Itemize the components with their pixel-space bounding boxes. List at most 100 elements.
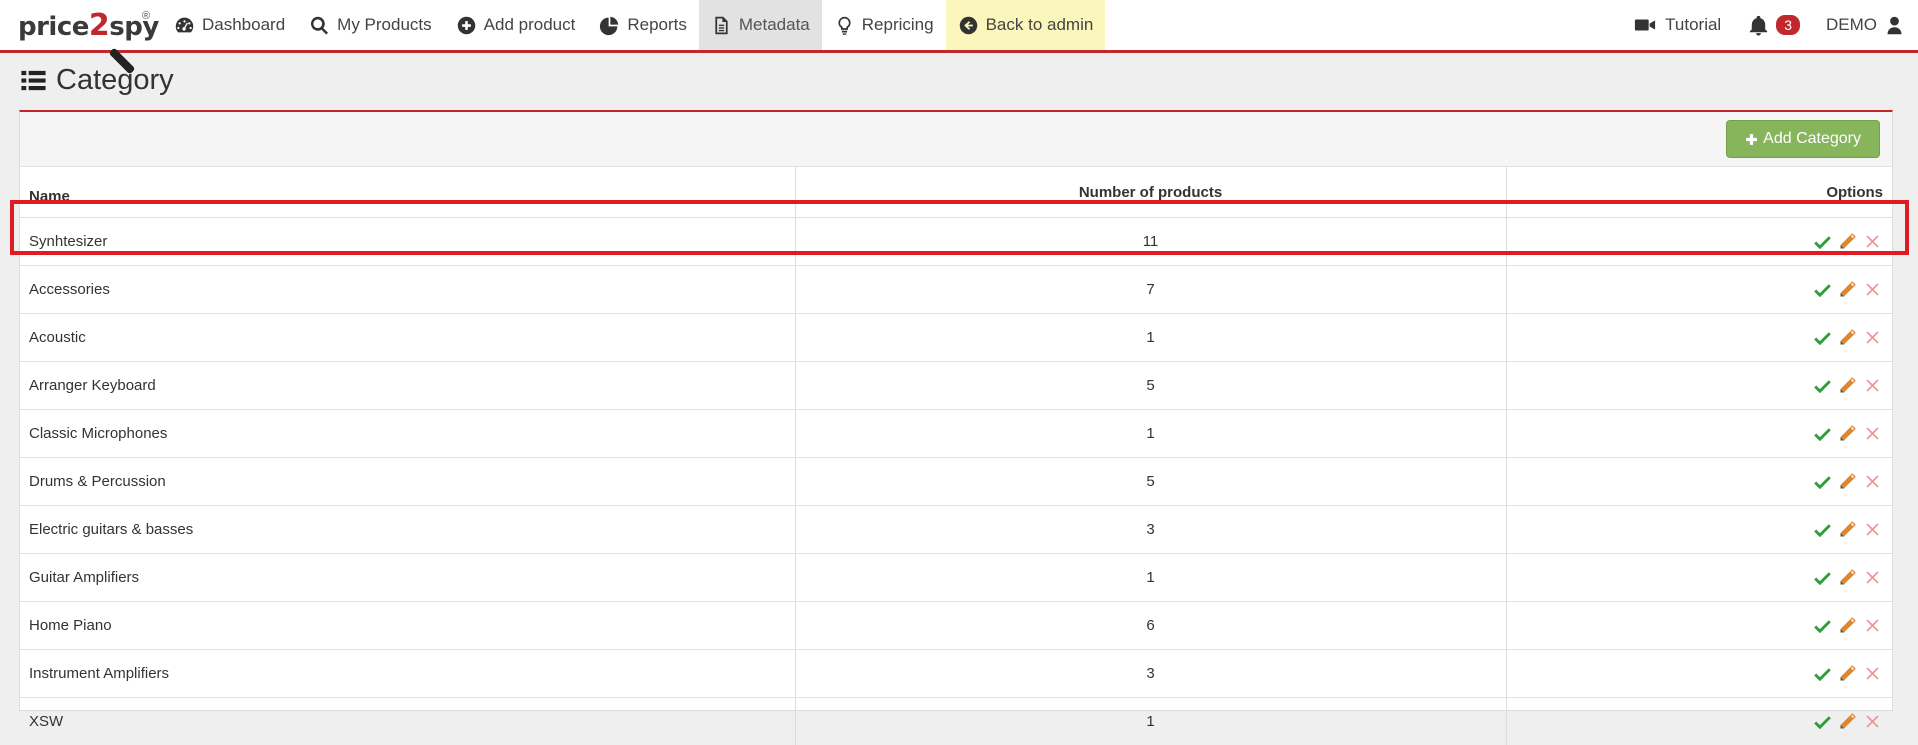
- product-count-cell: 5: [795, 362, 1506, 410]
- check-icon[interactable]: [1812, 327, 1833, 348]
- column-header-name[interactable]: Name: [20, 167, 795, 218]
- category-name-cell[interactable]: Classic Microphones: [20, 410, 795, 458]
- product-count-cell: 1: [795, 554, 1506, 602]
- check-icon[interactable]: [1812, 711, 1833, 732]
- video-camera-icon: [1632, 14, 1658, 36]
- delete-icon[interactable]: [1862, 519, 1883, 540]
- pencil-icon[interactable]: [1837, 663, 1858, 684]
- table-row: XSW1: [20, 698, 1892, 745]
- delete-icon[interactable]: [1862, 711, 1883, 732]
- table-row: Electric guitars & basses3: [20, 506, 1892, 554]
- category-name-cell[interactable]: XSW: [20, 698, 795, 745]
- row-actions: [1812, 231, 1883, 252]
- nav-my-products[interactable]: My Products: [297, 0, 443, 50]
- nav-back-to-admin[interactable]: Back to admin: [946, 0, 1106, 50]
- product-count-cell: 1: [795, 410, 1506, 458]
- plus-icon: [1745, 133, 1758, 146]
- nav-notifications[interactable]: 3: [1734, 0, 1813, 50]
- category-name-cell[interactable]: Instrument Amplifiers: [20, 650, 795, 698]
- check-icon[interactable]: [1812, 567, 1833, 588]
- delete-icon[interactable]: [1862, 471, 1883, 492]
- delete-icon[interactable]: [1862, 567, 1883, 588]
- check-icon[interactable]: [1812, 231, 1833, 252]
- category-name-cell[interactable]: Acoustic: [20, 314, 795, 362]
- row-actions: [1812, 279, 1883, 300]
- delete-icon[interactable]: [1862, 423, 1883, 444]
- category-name-cell[interactable]: Electric guitars & basses: [20, 506, 795, 554]
- nav-user-menu[interactable]: DEMO: [1813, 0, 1918, 50]
- row-actions: [1812, 471, 1883, 492]
- pencil-icon[interactable]: [1837, 279, 1858, 300]
- delete-icon[interactable]: [1862, 231, 1883, 252]
- nav-right: Tutorial 3 DEMO: [1619, 0, 1918, 50]
- category-table: Name Number of products Options Synhtesi…: [20, 167, 1892, 745]
- category-name-cell[interactable]: Synhtesizer: [20, 218, 795, 266]
- product-count-cell: 7: [795, 266, 1506, 314]
- search-icon: [309, 15, 330, 36]
- check-icon[interactable]: [1812, 423, 1833, 444]
- check-icon[interactable]: [1812, 375, 1833, 396]
- pie-chart-icon: [599, 15, 620, 36]
- table-row: Home Piano6: [20, 602, 1892, 650]
- product-count-cell: 5: [795, 458, 1506, 506]
- row-actions: [1812, 375, 1883, 396]
- nav-repricing[interactable]: Repricing: [822, 0, 946, 50]
- category-name-cell[interactable]: Home Piano: [20, 602, 795, 650]
- page-title-text: Category: [56, 64, 174, 97]
- nav-tutorial-label: Tutorial: [1665, 15, 1721, 35]
- table-header-row: Name Number of products Options: [20, 167, 1892, 218]
- category-name-cell[interactable]: Arranger Keyboard: [20, 362, 795, 410]
- check-icon[interactable]: [1812, 663, 1833, 684]
- column-header-number-of-products[interactable]: Number of products: [795, 167, 1506, 218]
- delete-icon[interactable]: [1862, 279, 1883, 300]
- nav-metadata[interactable]: Metadata: [699, 0, 822, 50]
- nav-tutorial[interactable]: Tutorial: [1619, 0, 1734, 50]
- pencil-icon[interactable]: [1837, 519, 1858, 540]
- category-name-cell[interactable]: Guitar Amplifiers: [20, 554, 795, 602]
- pencil-icon[interactable]: [1837, 567, 1858, 588]
- delete-icon[interactable]: [1862, 615, 1883, 636]
- logo-text: price2spy: [18, 8, 159, 43]
- row-actions: [1812, 567, 1883, 588]
- delete-icon[interactable]: [1862, 375, 1883, 396]
- top-navbar: price2spy ® Dashboard My Products Add pr…: [0, 0, 1918, 53]
- add-category-button[interactable]: Add Category: [1726, 120, 1880, 158]
- options-cell: [1506, 602, 1892, 650]
- pencil-icon[interactable]: [1837, 231, 1858, 252]
- options-cell: [1506, 314, 1892, 362]
- table-row: Arranger Keyboard5: [20, 362, 1892, 410]
- pencil-icon[interactable]: [1837, 711, 1858, 732]
- price2spy-logo[interactable]: price2spy ®: [18, 6, 158, 72]
- pencil-icon[interactable]: [1837, 615, 1858, 636]
- table-row: Drums & Percussion5: [20, 458, 1892, 506]
- row-actions: [1812, 519, 1883, 540]
- check-icon[interactable]: [1812, 471, 1833, 492]
- product-count-cell: 1: [795, 314, 1506, 362]
- pencil-icon[interactable]: [1837, 327, 1858, 348]
- nav-add-product[interactable]: Add product: [444, 0, 588, 50]
- nav-dashboard[interactable]: Dashboard: [162, 0, 297, 50]
- nav-reports[interactable]: Reports: [587, 0, 699, 50]
- check-icon[interactable]: [1812, 615, 1833, 636]
- table-row: Accessories7: [20, 266, 1892, 314]
- category-name-cell[interactable]: Drums & Percussion: [20, 458, 795, 506]
- check-icon[interactable]: [1812, 519, 1833, 540]
- nav-repricing-label: Repricing: [862, 15, 934, 35]
- check-icon[interactable]: [1812, 279, 1833, 300]
- plus-circle-icon: [456, 15, 477, 36]
- category-name-cell[interactable]: Accessories: [20, 266, 795, 314]
- product-count-cell: 3: [795, 650, 1506, 698]
- delete-icon[interactable]: [1862, 327, 1883, 348]
- pencil-icon[interactable]: [1837, 423, 1858, 444]
- options-cell: [1506, 506, 1892, 554]
- delete-icon[interactable]: [1862, 663, 1883, 684]
- column-header-options: Options: [1506, 167, 1892, 218]
- nav-reports-label: Reports: [627, 15, 687, 35]
- product-count-cell: 6: [795, 602, 1506, 650]
- add-category-label: Add Category: [1763, 130, 1861, 148]
- options-cell: [1506, 650, 1892, 698]
- pencil-icon[interactable]: [1837, 471, 1858, 492]
- pencil-icon[interactable]: [1837, 375, 1858, 396]
- main-nav: Dashboard My Products Add product Report…: [162, 0, 1105, 50]
- category-panel: Add Category Name Number of products Opt…: [19, 110, 1893, 711]
